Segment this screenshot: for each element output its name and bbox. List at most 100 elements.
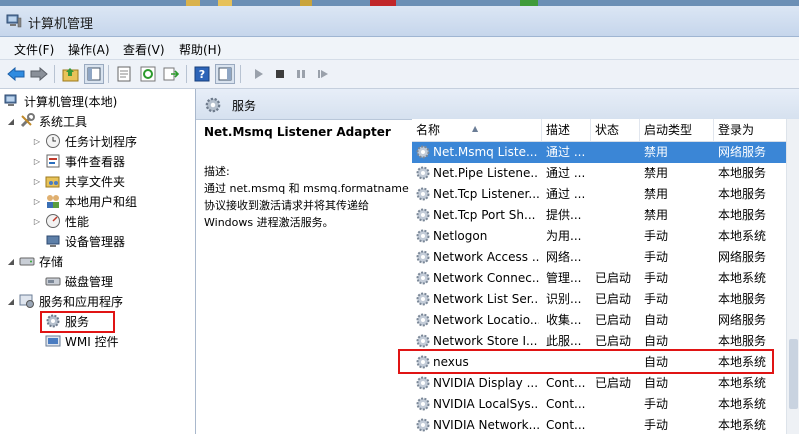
tree-node-wmi-control[interactable]: WMI 控件 [45,332,119,350]
service-description: 网络... [546,250,582,264]
service-description: 通过 ... [546,166,586,180]
column-header-name[interactable]: ▲ 名称 [412,119,542,141]
service-gear-icon [416,334,430,348]
tree-node-performance[interactable]: ▷ 性能 [32,212,89,230]
pause-icon [297,70,305,78]
service-name: Network List Ser... [433,292,539,306]
sort-ascending-icon: ▲ [472,124,479,133]
pause-service-button[interactable] [291,64,311,84]
column-header-status[interactable]: 状态 [591,119,640,141]
service-description: 通过 ... [546,187,586,201]
column-header-logon-as[interactable]: 登录为 [714,119,786,141]
service-gear-icon [416,166,430,180]
service-name: Net.Tcp Port Sh... [433,208,536,222]
tree-node-event-viewer[interactable]: ▷ 事件查看器 [32,152,125,170]
service-row[interactable]: Network Access ... 网络... 手动 网络服务 [412,247,786,268]
service-description: Cont... [546,397,586,411]
service-gear-icon [416,418,430,432]
action-pane-icon [218,67,232,81]
expand-arrow-icon[interactable]: ▷ [32,136,42,146]
service-row[interactable]: Network List Ser... 识别... 已启动 手动 本地服务 [412,289,786,310]
tree-node-shared-folders[interactable]: ▷ 共享文件夹 [32,172,125,190]
service-startup-type: 禁用 [644,208,669,222]
service-logon-as: 本地系统 [718,271,767,285]
service-gear-icon [416,397,430,411]
service-logon-as: 本地系统 [718,418,767,432]
expand-arrow-icon[interactable]: ▷ [32,216,42,226]
tree-node-device-manager[interactable]: 设备管理器 [45,232,125,250]
service-row[interactable]: Net.Tcp Listener... 通过 ... 禁用 本地服务 [412,184,786,205]
tree-node-local-users[interactable]: ▷ 本地用户和组 [32,192,137,210]
selected-service-name: Net.Msmq Listener Adapter [204,125,391,139]
service-row[interactable]: NVIDIA Network... Cont... 手动 本地系统 [412,415,786,434]
service-gear-icon [416,208,430,222]
tree-node-task-scheduler[interactable]: ▷ 任务计划程序 [32,132,137,150]
properties-icon [117,66,131,82]
service-name: Network Connec... [433,271,539,285]
svg-text:?: ? [199,68,205,81]
stop-service-button[interactable] [270,64,290,84]
show-action-pane-button[interactable] [215,64,235,84]
back-button[interactable] [6,64,26,84]
computer-management-icon [6,14,22,28]
expand-arrow-icon[interactable]: ▷ [32,156,42,166]
service-description: 通过 ... [546,145,586,159]
menu-bar: 文件(F) 操作(A) 查看(V) 帮助(H) [0,37,799,60]
service-status [595,394,639,415]
restart-service-button[interactable] [313,64,333,84]
menu-file[interactable]: 文件(F) [14,41,54,58]
service-status: 已启动 [595,313,632,327]
service-gear-icon [416,250,430,264]
export-list-button[interactable] [161,64,181,84]
service-name: Netlogon [433,229,488,243]
menu-action[interactable]: 操作(A) [68,41,110,58]
folder-up-icon [62,68,79,82]
service-row[interactable]: NVIDIA LocalSys... Cont... 手动 本地系统 [412,394,786,415]
list-scrollbar[interactable] [786,119,799,434]
start-service-button[interactable] [249,64,269,84]
service-row[interactable]: NVIDIA Display ... Cont... 已启动 自动 本地系统 [412,373,786,394]
service-row[interactable]: Netlogon 为用... 手动 本地系统 [412,226,786,247]
pane-title: 服务 [232,99,257,113]
service-row[interactable]: Network Locatio... 收集... 已启动 自动 网络服务 [412,310,786,331]
column-header-startup-type[interactable]: 启动类型 [640,119,714,141]
stop-icon [276,70,284,78]
collapse-arrow-icon[interactable]: ◢ [6,256,16,266]
show-tree-button[interactable] [84,64,104,84]
tree-node-root[interactable]: 计算机管理(本地) [4,92,117,110]
service-gear-icon [416,292,430,306]
title-bar[interactable]: 计算机管理 [0,6,799,37]
collapse-arrow-icon[interactable]: ◢ [6,296,16,306]
menu-help[interactable]: 帮助(H) [179,41,221,58]
service-name: Network Locatio... [433,313,539,327]
expand-arrow-icon[interactable]: ▷ [32,176,42,186]
service-logon-as: 网络服务 [718,145,767,159]
help-icon: ? [194,66,210,82]
service-row[interactable]: Net.Msmq Liste... 通过 ... 禁用 网络服务 [412,142,786,163]
forward-button[interactable] [29,64,49,84]
tree-node-services-and-applications[interactable]: ◢ 服务和应用程序 [6,292,123,310]
expand-arrow-icon[interactable]: ▷ [32,196,42,206]
properties-button[interactable] [114,64,134,84]
export-icon [163,67,179,81]
tree-node-system-tools[interactable]: ◢ 系统工具 [6,112,87,130]
service-gear-icon [416,313,430,327]
menu-view[interactable]: 查看(V) [123,41,165,58]
column-header-description[interactable]: 描述 [542,119,591,141]
forward-arrow-icon [30,67,48,81]
service-name: NVIDIA Display ... [433,376,539,390]
service-row[interactable]: Net.Pipe Listene... 通过 ... 禁用 本地服务 [412,163,786,184]
service-row[interactable]: Net.Tcp Port Sh... 提供... 禁用 本地服务 [412,205,786,226]
help-button[interactable]: ? [192,64,212,84]
console-tree: 计算机管理(本地) ◢ 系统工具 ▷ 任务计划程序 ▷ 事件查看器 ▷ 共享文件… [0,89,196,434]
scrollbar-thumb[interactable] [789,339,798,409]
refresh-button[interactable] [138,64,158,84]
service-name: Net.Msmq Liste... [433,145,538,159]
service-row[interactable]: Network Connec... 管理... 已启动 手动 本地系统 [412,268,786,289]
service-name: Net.Pipe Listene... [433,166,539,180]
tree-node-disk-management[interactable]: 磁盘管理 [45,272,113,290]
collapse-arrow-icon[interactable]: ◢ [6,116,16,126]
list-header: ▲ 名称 描述 状态 启动类型 登录为 [412,119,786,142]
up-level-button[interactable] [61,64,81,84]
tree-node-storage[interactable]: ◢ 存储 [6,252,63,270]
